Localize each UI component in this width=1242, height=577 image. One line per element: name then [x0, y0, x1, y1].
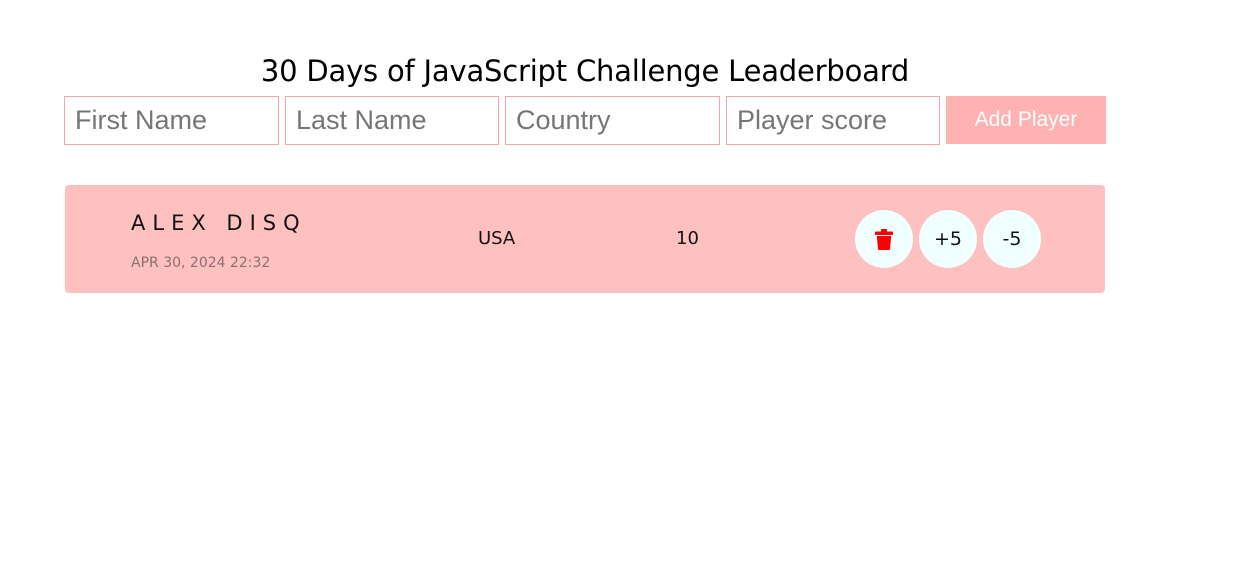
add-player-button[interactable]: Add Player: [946, 96, 1106, 144]
country-input[interactable]: [505, 96, 720, 145]
first-name-input[interactable]: [64, 96, 279, 145]
add-five-button[interactable]: +5: [919, 210, 977, 268]
page-title: 30 Days of JavaScript Challenge Leaderbo…: [260, 54, 910, 89]
player-card: ALEX DISQ APR 30, 2024 22:32 USA 10 +5 -…: [65, 185, 1105, 293]
subtract-five-button[interactable]: -5: [983, 210, 1041, 268]
player-date: APR 30, 2024 22:32: [131, 255, 271, 271]
last-name-input[interactable]: [285, 96, 499, 145]
trash-icon: [875, 228, 893, 250]
player-score: 10: [676, 228, 699, 249]
player-name: ALEX DISQ: [131, 211, 307, 235]
player-country: USA: [478, 228, 516, 249]
player-score-input[interactable]: [726, 96, 940, 145]
page: 30 Days of JavaScript Challenge Leaderbo…: [0, 0, 1242, 577]
delete-player-button[interactable]: [855, 210, 913, 268]
